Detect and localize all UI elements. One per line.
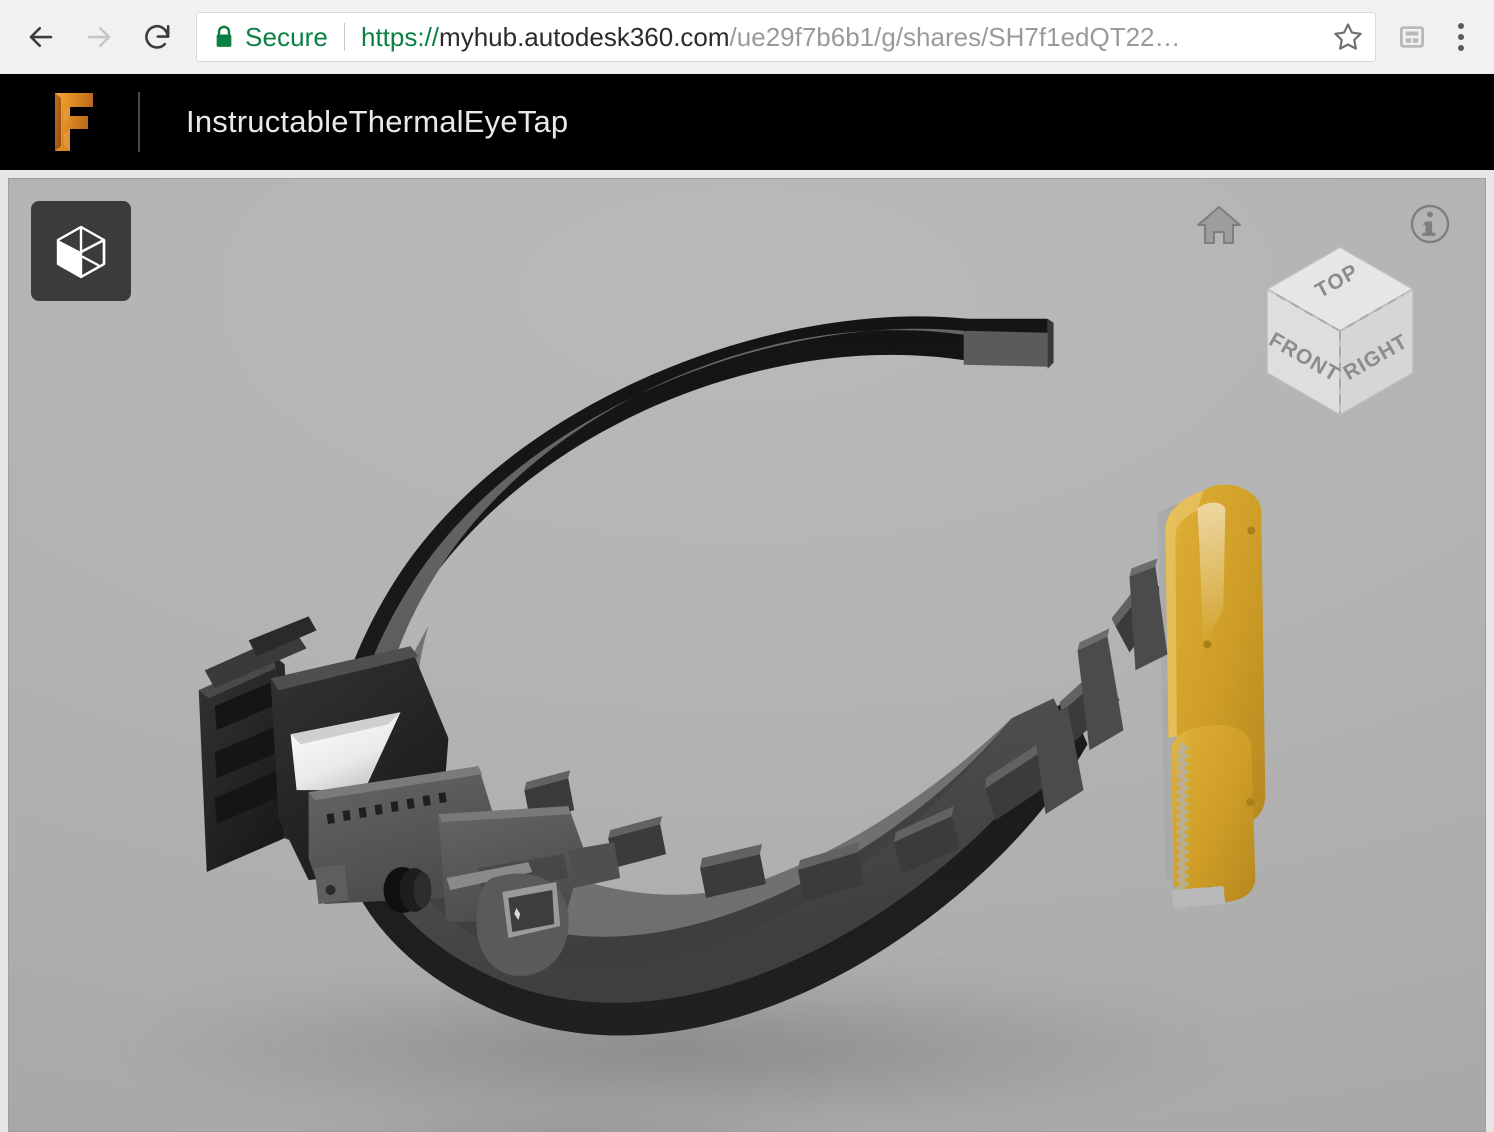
fusion-f-logo-icon — [55, 93, 93, 151]
view-cube-icon: TOP FRONT RIGHT — [1265, 246, 1414, 416]
menu-dot — [1458, 45, 1464, 51]
browser-toolbar: Secure https://myhub.autodesk360.com/ue2… — [0, 0, 1494, 74]
battery-mount-fins — [1033, 558, 1168, 815]
view-cube[interactable]: TOP FRONT RIGHT — [1247, 235, 1433, 445]
omnibox-divider — [343, 23, 345, 51]
url-path: /ue29f7b6b1/g/shares/SH7f1edQT22… — [729, 21, 1181, 52]
browser-menu-button[interactable] — [1438, 10, 1484, 64]
back-button[interactable] — [14, 10, 68, 64]
reading-list-icon — [1400, 26, 1424, 48]
battery-pack-enclosure — [1157, 484, 1266, 915]
lock-icon — [216, 25, 232, 47]
forward-button[interactable] — [72, 10, 126, 64]
reading-list-button[interactable] — [1386, 10, 1438, 64]
address-bar[interactable]: Secure https://myhub.autodesk360.com/ue2… — [196, 12, 1376, 62]
url-scheme: https:// — [360, 21, 440, 52]
url-host: myhub.autodesk360.com — [439, 21, 730, 52]
home-view-button[interactable] — [1191, 201, 1247, 249]
bookmark-button[interactable] — [1321, 13, 1375, 61]
document-title: InstructableThermalEyeTap — [186, 104, 569, 139]
cube-display-mode-icon — [56, 225, 106, 279]
headband-strap — [329, 316, 1170, 1036]
security-indicator[interactable]: Secure — [213, 22, 328, 53]
camera-sensor-tab — [476, 873, 569, 976]
back-arrow-icon — [29, 26, 53, 48]
reload-icon — [145, 24, 170, 49]
lens-barrel — [383, 867, 432, 913]
menu-dot — [1458, 23, 1464, 29]
header-divider — [138, 92, 140, 152]
forward-arrow-icon — [87, 26, 111, 48]
star-icon — [1334, 23, 1362, 50]
menu-dot — [1458, 34, 1464, 40]
viewer-container: TOP FRONT RIGHT — [0, 170, 1494, 1132]
reload-button[interactable] — [130, 10, 184, 64]
fusion-logo-button[interactable] — [44, 90, 100, 154]
model-viewport[interactable]: TOP FRONT RIGHT — [8, 178, 1486, 1132]
url-text: https://myhub.autodesk360.com/ue29f7b6b1… — [361, 22, 1321, 53]
app-header: InstructableThermalEyeTap — [0, 74, 1494, 170]
secure-label: Secure — [245, 21, 328, 52]
display-mode-button[interactable] — [31, 201, 131, 301]
home-icon — [1197, 206, 1241, 244]
